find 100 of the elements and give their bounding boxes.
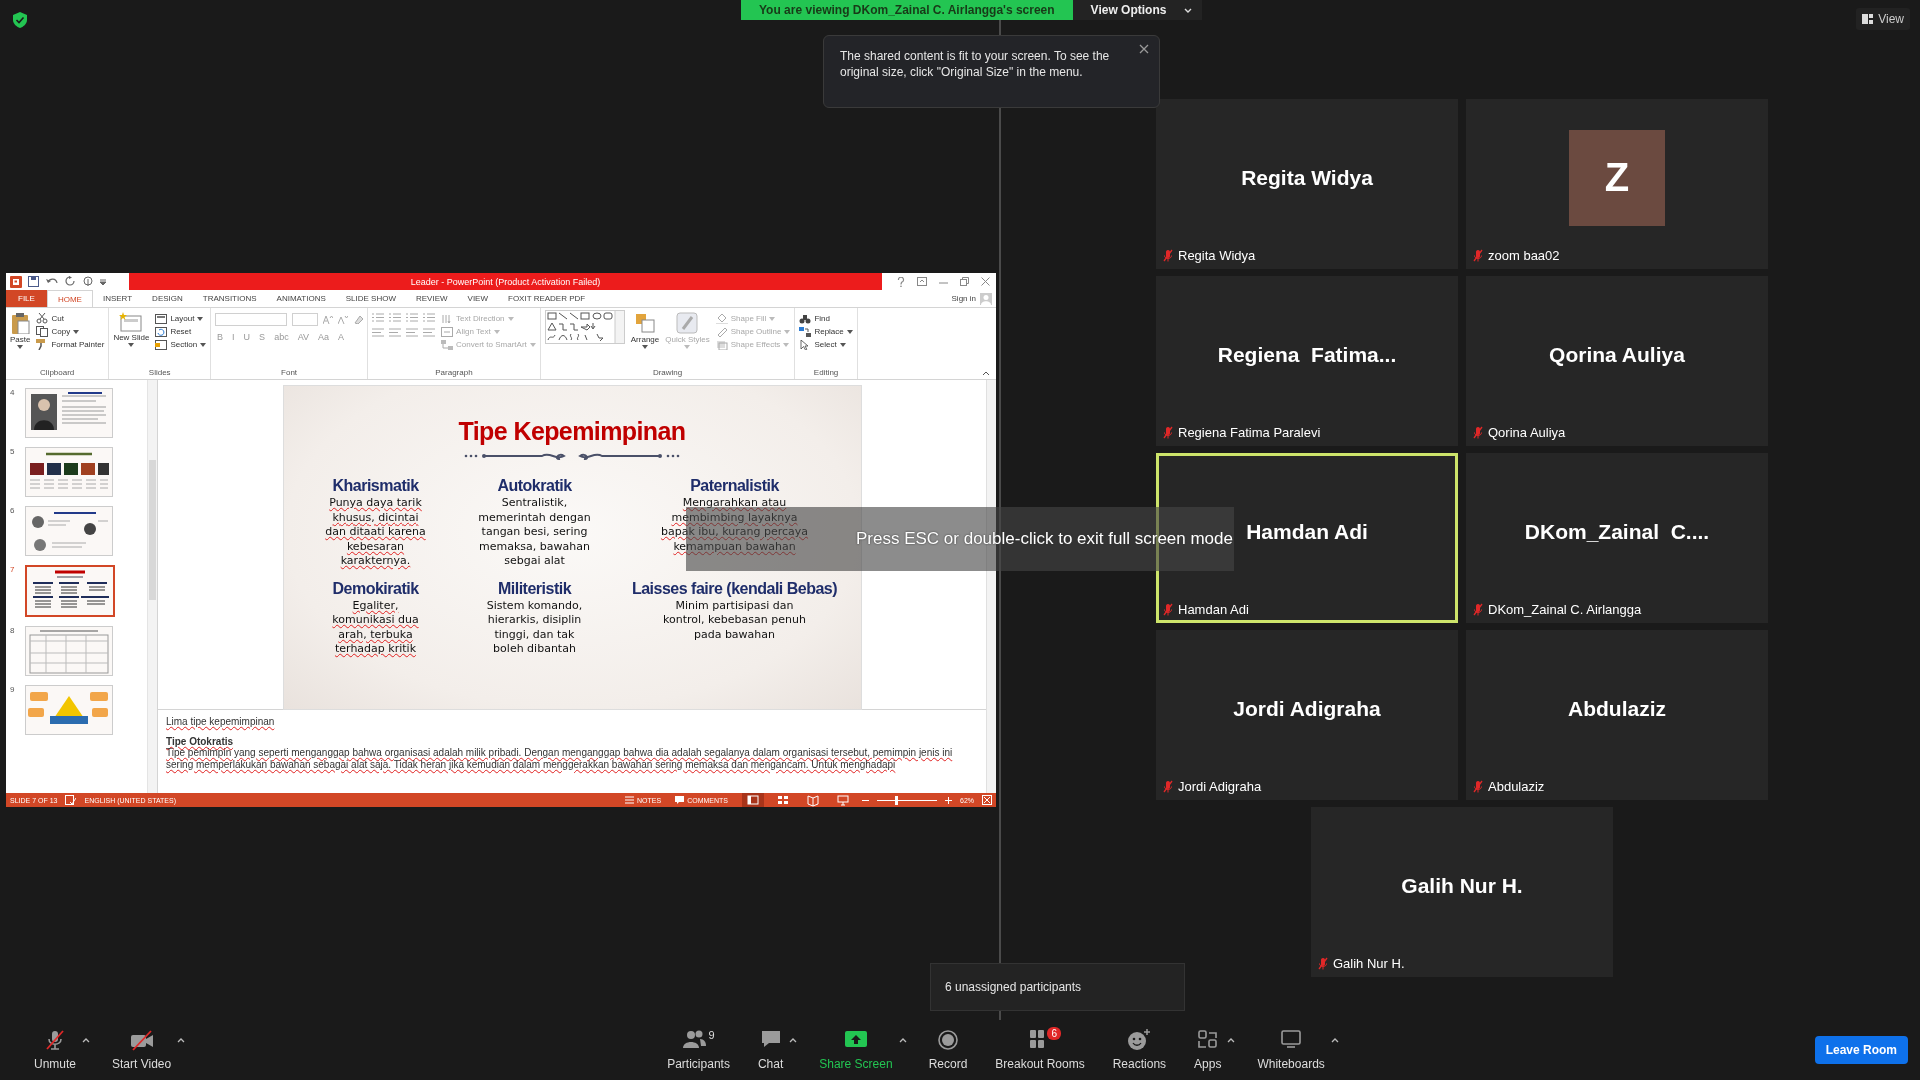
zoom-in-icon[interactable]	[945, 796, 952, 804]
slide-thumbnail[interactable]	[25, 626, 113, 676]
list-icon[interactable]	[389, 313, 402, 322]
sharing-banner: You are viewing DKom_Zainal C. Airlangga's screen	[741, 0, 1073, 20]
participant-name: Regiena Fatima...	[1217, 342, 1397, 367]
share-screen-icon	[843, 1029, 868, 1049]
participants-button[interactable]: 9 Participants	[653, 1029, 744, 1071]
redo-icon[interactable]	[65, 276, 76, 287]
layout-icon	[1862, 14, 1874, 24]
list-icon[interactable]	[406, 313, 419, 322]
ribbon-options-icon[interactable]	[917, 277, 927, 286]
list-icon[interactable]	[423, 313, 436, 322]
collapse-ribbon-icon[interactable]	[982, 371, 990, 376]
start-video-button[interactable]: Start Video	[98, 1029, 186, 1071]
column-text: Minim partisipasi dan kontrol, kebebasan penuh pada bawahan	[663, 598, 806, 642]
whiteboards-button[interactable]: Whiteboards	[1243, 1029, 1339, 1071]
close-icon[interactable]	[981, 277, 990, 286]
ribbon-tab[interactable]: FILE	[6, 290, 47, 307]
new-slide-button[interactable]: New Slide	[113, 310, 150, 347]
align-icon[interactable]	[423, 328, 436, 337]
replace-button[interactable]: Replace	[799, 325, 853, 338]
format-painter-button[interactable]: Format Painter	[36, 338, 105, 351]
tooltip-text: The shared content is fit to your screen. To see the original size, click "Original Size" in the menu.	[840, 48, 1111, 80]
chat-icon	[759, 1029, 782, 1049]
ribbon-tab[interactable]: VIEW	[457, 290, 498, 307]
font-name-field[interactable]	[215, 313, 288, 326]
whiteboard-icon	[1280, 1029, 1303, 1049]
select-button[interactable]: Select	[799, 338, 853, 351]
spelling-icon[interactable]	[65, 795, 77, 805]
copy-icon	[36, 326, 49, 337]
paint-bucket-icon	[715, 313, 728, 324]
ribbon-tab[interactable]: SLIDE SHOW	[335, 290, 406, 307]
slide-thumbnail[interactable]	[25, 506, 113, 556]
unmute-button[interactable]: Unmute	[20, 1029, 91, 1071]
scrollbar[interactable]	[147, 380, 157, 793]
ribbon-tab[interactable]: REVIEW	[406, 290, 458, 307]
align-icon[interactable]	[372, 328, 385, 337]
help-icon[interactable]	[897, 276, 905, 287]
touch-mode-icon[interactable]	[82, 276, 94, 287]
ribbon-tab[interactable]: ANIMATIONS	[266, 290, 336, 307]
chat-button[interactable]: Chat	[743, 1029, 798, 1071]
cut-button[interactable]: Cut	[36, 312, 105, 325]
slide-thumbnail[interactable]	[25, 388, 113, 438]
shield-icon	[13, 12, 27, 28]
clear-format-icon[interactable]	[353, 315, 364, 324]
ribbon-tab[interactable]: TRANSITIONS	[192, 290, 267, 307]
breakout-rooms-button[interactable]: 6 Breakout Rooms	[981, 1029, 1099, 1071]
participant-name: Regita Widya	[1241, 165, 1373, 190]
record-icon	[937, 1029, 959, 1051]
find-button[interactable]: Find	[799, 312, 853, 325]
ribbon-tab[interactable]: DESIGN	[142, 290, 193, 307]
caret-icon	[783, 342, 790, 347]
layout-button[interactable]: Layout	[155, 312, 207, 325]
apps-icon	[1196, 1029, 1219, 1049]
group-label: Clipboard	[39, 368, 76, 379]
group-label: Editing	[812, 368, 840, 379]
shapes-gallery-icon[interactable]	[544, 310, 625, 344]
leave-room-button[interactable]: Leave Room	[1814, 1036, 1908, 1064]
sign-in-link[interactable]: Sign in	[951, 294, 976, 303]
column-heading: Laisses faire (kendali Bebas)	[631, 578, 838, 599]
save-icon[interactable]	[28, 276, 39, 287]
powerpoint-logo-icon[interactable]	[10, 275, 22, 288]
fit-slide-icon[interactable]	[982, 795, 992, 805]
copy-button[interactable]: Copy	[36, 325, 105, 338]
align-icon[interactable]	[389, 328, 402, 337]
section-button[interactable]: Section	[155, 338, 207, 351]
slide-number: 4	[10, 388, 16, 397]
share-screen-button[interactable]: Share Screen	[805, 1029, 907, 1071]
align-icon[interactable]	[406, 328, 419, 337]
close-icon[interactable]	[1139, 44, 1149, 54]
view-button[interactable]: View	[1856, 8, 1910, 30]
font-size-field[interactable]	[292, 313, 319, 326]
layout-icon	[155, 313, 168, 324]
caret-icon	[493, 329, 500, 334]
notes-icon	[625, 796, 634, 804]
column-heading: Militeristik	[497, 578, 572, 599]
apps-button[interactable]: Apps	[1180, 1029, 1236, 1071]
participant-label: Qorina Auliya	[1488, 424, 1566, 440]
view-options-button[interactable]: View Options	[1072, 0, 1203, 20]
list-icon[interactable]	[372, 313, 385, 322]
ribbon-tab[interactable]: HOME	[46, 290, 93, 307]
paste-button[interactable]: Paste	[10, 310, 31, 349]
group-label: Paragraph	[434, 368, 474, 379]
slide-thumbnail[interactable]	[25, 447, 113, 497]
restore-icon[interactable]	[960, 277, 969, 286]
column-heading: Autokratik	[497, 476, 572, 496]
ribbon-tab[interactable]: FOXIT READER PDF	[498, 290, 596, 307]
normal-view-icon[interactable]	[742, 793, 764, 807]
reset-button[interactable]: Reset	[155, 325, 207, 338]
reactions-button[interactable]: Reactions	[1098, 1029, 1181, 1071]
slide-title: Tipe Kepemimpinan	[458, 416, 686, 446]
slide-thumbnail[interactable]	[25, 565, 115, 617]
slide-thumbnail[interactable]	[25, 685, 113, 735]
arrange-button[interactable]: Arrange	[630, 310, 660, 349]
participant-name: Jordi Adigraha	[1233, 696, 1381, 721]
avatar: Z	[1569, 129, 1665, 226]
binoculars-icon	[799, 313, 812, 324]
record-button[interactable]: Record	[914, 1029, 982, 1071]
ribbon-tab[interactable]: INSERT	[92, 290, 143, 307]
customize-icon[interactable]	[100, 278, 106, 285]
